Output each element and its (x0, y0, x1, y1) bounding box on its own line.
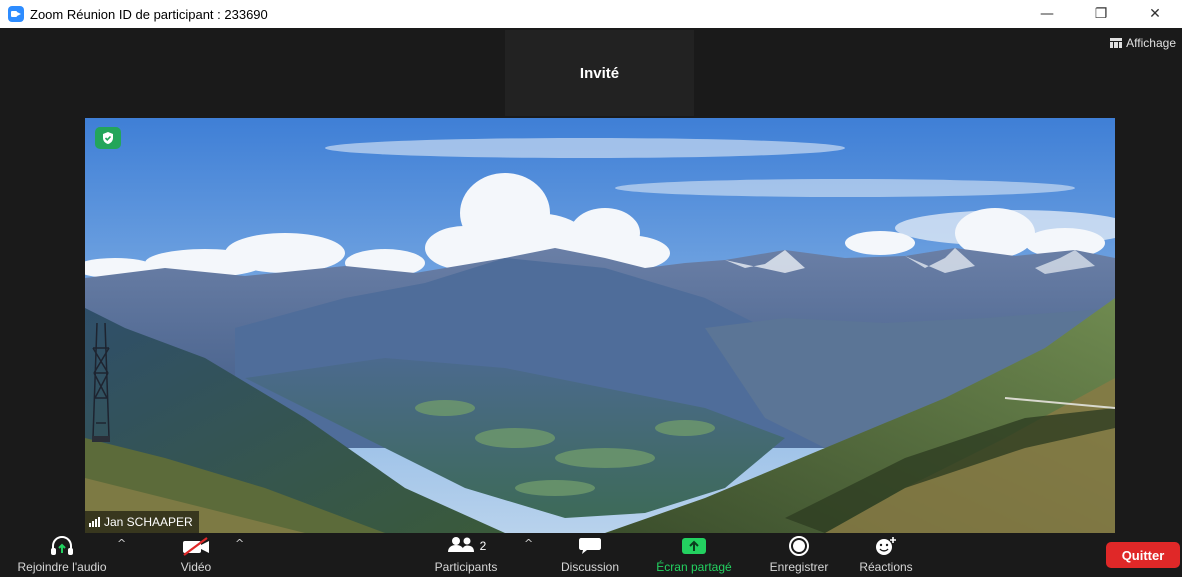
active-speaker-video[interactable]: Jan SCHAAPER (85, 118, 1115, 533)
share-screen-icon (681, 533, 707, 559)
view-button[interactable]: Affichage (1110, 36, 1176, 50)
participants-icon (446, 535, 476, 558)
join-audio-label: Rejoindre l'audio (17, 560, 107, 574)
window-controls: — ❐ ✕ (1020, 0, 1182, 28)
chat-button[interactable]: Discussion (554, 533, 626, 577)
guest-label: Invité (579, 64, 620, 82)
restore-button[interactable]: ❐ (1074, 0, 1128, 28)
close-button[interactable]: ✕ (1128, 0, 1182, 28)
signal-strength-icon (89, 517, 100, 527)
participants-button[interactable]: 2 Participants (423, 533, 509, 577)
share-screen-button[interactable]: Écran partagé (645, 533, 743, 577)
meeting-area: Invité Affichage Jan SCHAAPER (0, 28, 1182, 533)
participant-name: Jan SCHAAPER (104, 515, 193, 529)
participant-name-tag: Jan SCHAAPER (85, 511, 199, 533)
reactions-button[interactable]: Réactions (846, 533, 926, 577)
video-options-chevron-icon[interactable]: ^ (235, 537, 244, 550)
participants-count: 2 (479, 539, 487, 553)
add-reaction-icon (873, 533, 899, 559)
guest-video-tile[interactable]: Invité (505, 30, 694, 116)
leave-meeting-button[interactable]: Quitter (1106, 542, 1180, 568)
title-bar: Zoom Réunion ID de participant : 233690 … (0, 0, 1182, 28)
reactions-label: Réactions (859, 560, 913, 574)
participants-icon-wrap: 2 (446, 533, 487, 559)
encryption-shield-icon[interactable] (95, 127, 121, 149)
participants-label: Participants (434, 560, 498, 574)
record-icon (788, 533, 810, 559)
participants-options-chevron-icon[interactable]: ^ (524, 537, 533, 550)
minimize-button[interactable]: — (1020, 0, 1074, 28)
chat-bubble-icon (578, 533, 602, 559)
video-off-icon (181, 533, 211, 559)
view-label: Affichage (1126, 36, 1176, 50)
window-title: Zoom Réunion ID de participant : 233690 (30, 6, 268, 22)
video-button[interactable]: Vidéo (168, 533, 224, 577)
video-label: Vidéo (180, 560, 212, 574)
chat-label: Discussion (560, 560, 620, 574)
meeting-toolbar: Rejoindre l'audio ^ Vidéo ^ 2 Participan… (0, 533, 1182, 577)
audio-options-chevron-icon[interactable]: ^ (117, 537, 126, 550)
share-screen-label: Écran partagé (656, 560, 732, 574)
record-button[interactable]: Enregistrer (759, 533, 839, 577)
zoom-logo-icon (8, 6, 24, 22)
headphones-icon (49, 533, 75, 559)
mountain-landscape-image (85, 118, 1115, 533)
join-audio-button[interactable]: Rejoindre l'audio (14, 533, 110, 577)
record-label: Enregistrer (769, 560, 829, 574)
grid-view-icon (1110, 38, 1123, 48)
